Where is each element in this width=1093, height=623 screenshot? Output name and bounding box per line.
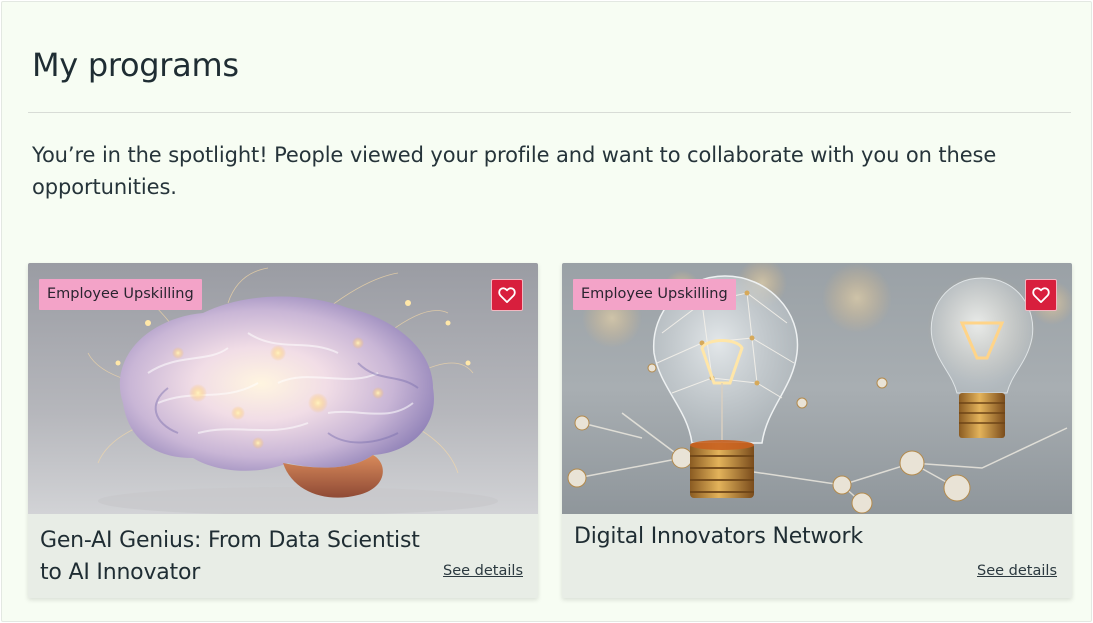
see-details-link[interactable]: See details <box>977 563 1057 579</box>
program-card[interactable]: Employee Upskilling Gen-AI Genius: From … <box>28 263 538 598</box>
page-title: My programs <box>32 46 239 84</box>
heart-outline-icon <box>1032 287 1050 303</box>
favorite-button[interactable] <box>491 279 523 311</box>
favorite-button[interactable] <box>1025 279 1057 311</box>
my-programs-panel: My programs You’re in the spotlight! Peo… <box>1 1 1092 622</box>
header-divider <box>28 112 1071 113</box>
program-category-tag: Employee Upskilling <box>39 279 202 310</box>
see-details-link[interactable]: See details <box>443 563 523 579</box>
intro-text: You’re in the spotlight! People viewed y… <box>32 143 997 199</box>
heart-outline-icon <box>498 287 516 303</box>
program-card[interactable]: Employee Upskilling Digital Innovators N… <box>562 263 1072 598</box>
program-title[interactable]: Gen-AI Genius: From Data Scientist to AI… <box>40 525 440 589</box>
program-category-tag: Employee Upskilling <box>573 279 736 310</box>
program-title[interactable]: Digital Innovators Network <box>574 521 1034 553</box>
